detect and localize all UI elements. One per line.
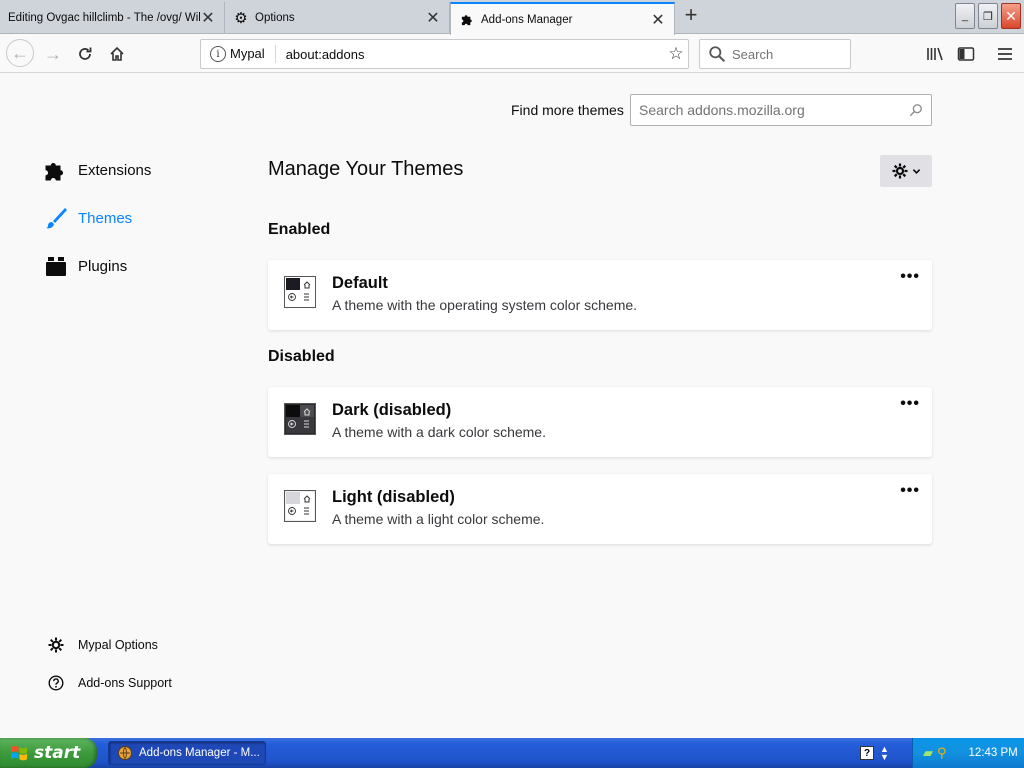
taskbar-item-addons-manager[interactable]: Add-ons Manager - M... — [108, 741, 266, 765]
mypal-options-link[interactable]: Mypal Options — [46, 635, 158, 655]
maximize-button[interactable]: ❐ — [978, 3, 998, 29]
library-icon — [927, 47, 943, 61]
theme-name: Dark (disabled) — [332, 401, 452, 419]
url-text[interactable]: about:addons — [286, 47, 664, 62]
search-icon — [709, 46, 726, 63]
theme-card-light[interactable]: Light (disabled) A theme with a light co… — [268, 474, 932, 544]
category-extensions[interactable]: Extensions — [44, 156, 151, 184]
plugin-icon — [44, 254, 68, 278]
network-icon[interactable]: ▰ — [923, 745, 933, 761]
category-label: Plugins — [78, 257, 128, 275]
clock[interactable]: 12:43 PM — [969, 747, 1018, 759]
addons-search-input[interactable]: Search addons.mozilla.org — [630, 94, 932, 126]
addons-content: Find more themes Search addons.mozilla.o… — [0, 74, 1024, 738]
gear-icon — [46, 635, 66, 655]
start-button[interactable]: start — [0, 738, 97, 768]
page-title: Manage Your Themes — [268, 158, 464, 180]
theme-card-default[interactable]: Default A theme with the operating syste… — [268, 260, 932, 330]
forward-button[interactable]: → — [40, 41, 66, 67]
more-options-button[interactable]: ••• — [900, 268, 920, 286]
url-bar[interactable]: i Mypal about:addons ☆ — [200, 39, 689, 69]
close-icon[interactable]: ✕ — [425, 10, 441, 27]
tab-addons-manager[interactable]: Add-ons Manager ✕ — [450, 2, 675, 35]
tab-label: Add-ons Manager — [481, 13, 573, 26]
system-tray: ▰ ⚲ 12:43 PM — [912, 738, 1024, 768]
library-button[interactable] — [922, 41, 948, 67]
tab-wiki[interactable]: Editing Ovgac hillclimb - The /ovg/ Wiki… — [0, 2, 225, 34]
brush-icon — [44, 206, 68, 230]
theme-description: A theme with a light color scheme. — [332, 511, 545, 527]
tray-arrows-icon[interactable]: ▲ ▼ — [880, 745, 889, 762]
category-plugins[interactable]: Plugins — [44, 252, 127, 280]
more-options-button[interactable]: ••• — [900, 395, 920, 413]
more-options-button[interactable]: ••• — [900, 482, 920, 500]
nav-bar: ← → i Mypal about:addons ☆ Search — [0, 35, 1024, 73]
find-themes-label: Find more themes — [511, 102, 624, 118]
minimize-button[interactable]: _ — [955, 3, 975, 29]
disabled-heading: Disabled — [268, 348, 335, 365]
theme-description: A theme with a dark color scheme. — [332, 424, 546, 440]
help-icon — [46, 673, 66, 693]
theme-name: Light (disabled) — [332, 488, 455, 506]
windows-logo-icon — [11, 745, 27, 761]
tab-options[interactable]: ⚙ Options ✕ — [225, 2, 450, 34]
category-label: Themes — [78, 209, 133, 227]
search-icon — [909, 104, 922, 117]
theme-name: Default — [332, 274, 388, 292]
reload-button[interactable] — [72, 41, 98, 67]
start-label: start — [34, 743, 81, 763]
search-tray-icon[interactable]: ⚲ — [937, 745, 947, 761]
puzzle-icon — [459, 12, 475, 28]
home-icon — [110, 46, 124, 61]
addons-search-placeholder: Search addons.mozilla.org — [639, 102, 805, 118]
tab-label: Options — [255, 12, 295, 24]
taskbar-item-label: Add-ons Manager - M... — [139, 747, 260, 759]
search-bar[interactable]: Search — [699, 39, 851, 69]
back-button[interactable]: ← — [6, 39, 34, 67]
home-button[interactable] — [104, 41, 130, 67]
theme-thumbnail-light — [284, 490, 316, 522]
info-icon[interactable]: i — [210, 46, 226, 62]
menu-button[interactable] — [992, 41, 1018, 67]
bookmark-star-icon[interactable]: ☆ — [664, 44, 688, 64]
theme-thumbnail-default — [284, 276, 316, 308]
addons-support-label: Add-ons Support — [78, 676, 172, 690]
mypal-options-label: Mypal Options — [78, 638, 158, 652]
notification-area-left: ? ▲ ▼ — [860, 742, 906, 764]
theme-card-dark[interactable]: Dark (disabled) A theme with a dark colo… — [268, 387, 932, 457]
new-tab-button[interactable]: + — [680, 4, 702, 27]
identity-label: Mypal — [230, 45, 276, 63]
close-icon[interactable]: ✕ — [650, 12, 666, 29]
help-icon[interactable]: ? — [860, 746, 874, 760]
enabled-heading: Enabled — [268, 221, 331, 238]
addons-support-link[interactable]: Add-ons Support — [46, 673, 172, 693]
category-label: Extensions — [78, 161, 152, 179]
gear-icon: ⚙ — [234, 10, 248, 27]
tab-strip: Editing Ovgac hillclimb - The /ovg/ Wiki… — [0, 0, 1024, 35]
search-placeholder: Search — [732, 46, 774, 62]
taskbar: start Add-ons Manager - M... ? ▲ ▼ ▰ ⚲ 12… — [0, 738, 1024, 768]
reload-icon — [79, 47, 92, 60]
gear-icon — [892, 163, 907, 179]
theme-thumbnail-dark — [284, 403, 316, 435]
category-themes[interactable]: Themes — [44, 204, 132, 232]
tab-label: Editing Ovgac hillclimb - The /ovg/ Wiki — [8, 12, 200, 24]
puzzle-icon — [44, 158, 68, 182]
close-icon[interactable]: ✕ — [200, 10, 216, 27]
sidebar-icon — [957, 47, 975, 61]
chevron-down-icon — [912, 168, 920, 174]
browser-icon — [118, 746, 132, 760]
tools-menu-button[interactable] — [880, 155, 932, 187]
theme-description: A theme with the operating system color … — [332, 297, 638, 313]
close-window-button[interactable]: ✕ — [1001, 3, 1021, 29]
hamburger-icon — [998, 48, 1012, 60]
sidebar-button[interactable] — [953, 41, 979, 67]
